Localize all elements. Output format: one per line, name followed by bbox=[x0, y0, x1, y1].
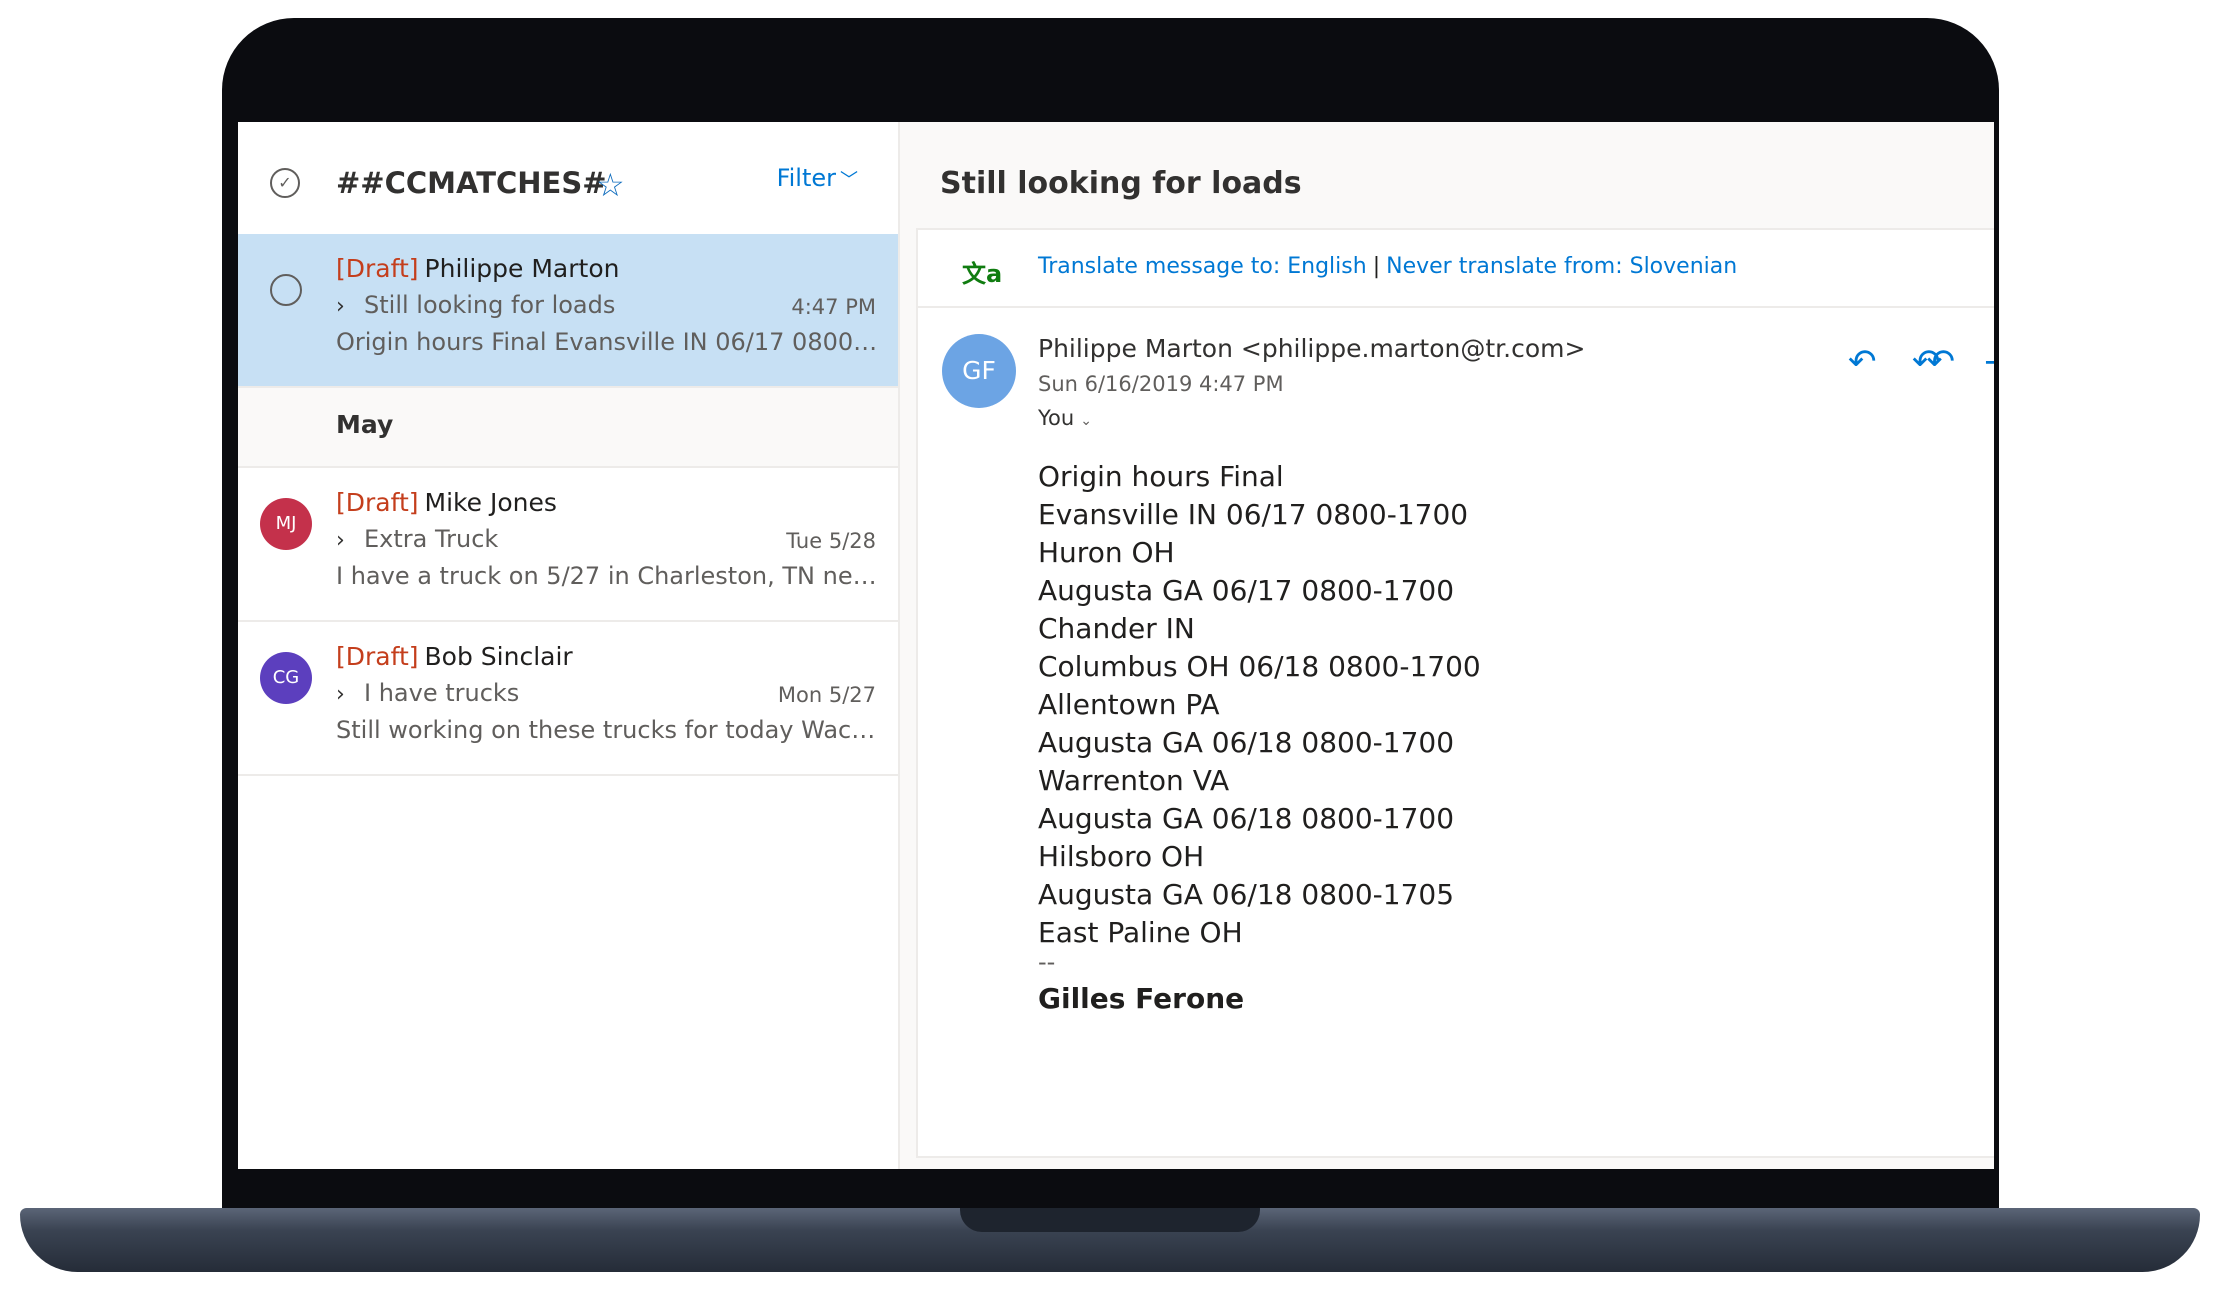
signature-separator: -- bbox=[1038, 948, 1056, 976]
group-label: May bbox=[336, 410, 394, 439]
translate-bar: 文a Translate message to: English | Never t… bbox=[918, 230, 1994, 308]
message-sender: Philippe Marton bbox=[424, 254, 620, 283]
app-screen: ✓ ##CCMATCHES# ☆ Filter ﹀ [Draft] Philippe… bbox=[238, 122, 1994, 1169]
message-subject-line: › I have trucks Mon 5/27 bbox=[336, 679, 876, 707]
body-line: Augusta GA 06/18 0800-1700 bbox=[1038, 802, 1455, 835]
message-subject: I have trucks bbox=[364, 679, 520, 707]
message-preview: Still working on these trucks for today … bbox=[336, 716, 881, 744]
forward-icon[interactable]: → bbox=[1984, 342, 1994, 382]
message-preview: I have a truck on 5/27 in Charleston, TN… bbox=[336, 562, 881, 590]
reading-pane: Still looking for loads 文a Translate mes… bbox=[900, 122, 1994, 1169]
body-line: Chander IN bbox=[1038, 612, 1195, 645]
message-list-header: ✓ ##CCMATCHES# ☆ Filter ﹀ bbox=[238, 122, 898, 234]
folder-title: ##CCMATCHES# bbox=[336, 166, 607, 200]
chevron-right-icon[interactable]: › bbox=[336, 528, 356, 553]
recipients-toggle[interactable]: You ⌄ bbox=[1038, 406, 1092, 430]
draft-tag: [Draft] bbox=[336, 488, 419, 517]
message-card: 文a Translate message to: English | Never t… bbox=[916, 228, 1994, 1158]
translate-icon: 文a bbox=[962, 260, 1003, 288]
avatar: CG bbox=[260, 652, 312, 704]
filter-button[interactable]: Filter ﹀ bbox=[777, 164, 858, 192]
message-sender-line: [Draft] Philippe Marton bbox=[336, 254, 619, 283]
message-sender: Mike Jones bbox=[424, 488, 557, 517]
message-list-pane: ✓ ##CCMATCHES# ☆ Filter ﹀ [Draft] Philippe… bbox=[238, 122, 900, 1169]
message-time: Tue 5/28 bbox=[786, 529, 876, 553]
message-time: 4:47 PM bbox=[791, 295, 876, 319]
body-line: Origin hours Final bbox=[1038, 460, 1284, 493]
chevron-right-icon[interactable]: › bbox=[336, 682, 356, 707]
message-item[interactable]: MJ [Draft] Mike Jones › Extra Truck Tue 5/… bbox=[238, 468, 898, 622]
select-all-circle-icon[interactable]: ✓ bbox=[270, 168, 300, 198]
message-subject: Extra Truck bbox=[364, 525, 499, 553]
draft-tag: [Draft] bbox=[336, 642, 419, 671]
body-line: Augusta GA 06/17 0800-1700 bbox=[1038, 574, 1455, 607]
message-item[interactable]: CG [Draft] Bob Sinclair › I have trucks Mo… bbox=[238, 622, 898, 776]
reply-icon[interactable]: ↶ bbox=[1848, 342, 1877, 382]
message-subject: Still looking for loads bbox=[364, 291, 616, 319]
message-sender: Bob Sinclair bbox=[424, 642, 573, 671]
star-icon[interactable]: ☆ bbox=[596, 166, 625, 204]
laptop-notch bbox=[960, 1208, 1260, 1232]
translate-links: Translate message to: English | Never tran… bbox=[1038, 254, 1737, 279]
body-line: Allentown PA bbox=[1038, 688, 1220, 721]
message-item[interactable]: [Draft] Philippe Marton › Still looking fo… bbox=[238, 234, 898, 388]
body-line: Warrenton VA bbox=[1038, 764, 1230, 797]
body-line: Evansville IN 06/17 0800-1700 bbox=[1038, 498, 1469, 531]
message-time: Mon 5/27 bbox=[777, 683, 876, 707]
filter-label: Filter bbox=[776, 164, 836, 192]
body-line: Augusta GA 06/18 0800-1705 bbox=[1038, 878, 1455, 911]
body-line: Huron OH bbox=[1038, 536, 1175, 569]
chevron-down-icon: ﹀ bbox=[840, 170, 858, 191]
message-subject-line: › Extra Truck Tue 5/28 bbox=[336, 525, 876, 553]
avatar: MJ bbox=[260, 498, 312, 550]
body-line: Hilsboro OH bbox=[1038, 840, 1205, 873]
signature-name: Gilles Ferone bbox=[1038, 982, 1245, 1015]
message-sender-line: [Draft] Bob Sinclair bbox=[336, 642, 573, 671]
message-subject-line: › Still looking for loads 4:47 PM bbox=[336, 291, 876, 319]
select-message-radio[interactable] bbox=[270, 274, 302, 306]
message-body: Origin hours Final Evansville IN 06/17 0… bbox=[1038, 458, 1481, 952]
translate-separator: | bbox=[1372, 254, 1381, 279]
sender-line[interactable]: Philippe Marton <philippe.marton@tr.com> bbox=[1038, 334, 1585, 363]
reading-subject: Still looking for loads bbox=[940, 166, 1302, 201]
reply-all-icon[interactable]: ↶↶ bbox=[1912, 342, 1955, 382]
body-line: Augusta GA 06/18 0800-1700 bbox=[1038, 726, 1455, 759]
message-sender-line: [Draft] Mike Jones bbox=[336, 488, 557, 517]
message-preview: Origin hours Final Evansville IN 06/17 0… bbox=[336, 328, 881, 356]
body-line: East Paline OH bbox=[1038, 916, 1243, 949]
date-group-header: May bbox=[238, 388, 898, 468]
never-translate-link[interactable]: Never translate from: Slovenian bbox=[1386, 254, 1737, 279]
recipient: You bbox=[1038, 406, 1075, 430]
sender-avatar: GF bbox=[942, 334, 1016, 408]
chevron-down-icon: ⌄ bbox=[1080, 413, 1092, 429]
chevron-right-icon[interactable]: › bbox=[336, 294, 356, 319]
body-line: Columbus OH 06/18 0800-1700 bbox=[1038, 650, 1481, 683]
translate-link[interactable]: Translate message to: English bbox=[1038, 254, 1367, 279]
draft-tag: [Draft] bbox=[336, 254, 419, 283]
sent-date: Sun 6/16/2019 4:47 PM bbox=[1038, 372, 1284, 396]
